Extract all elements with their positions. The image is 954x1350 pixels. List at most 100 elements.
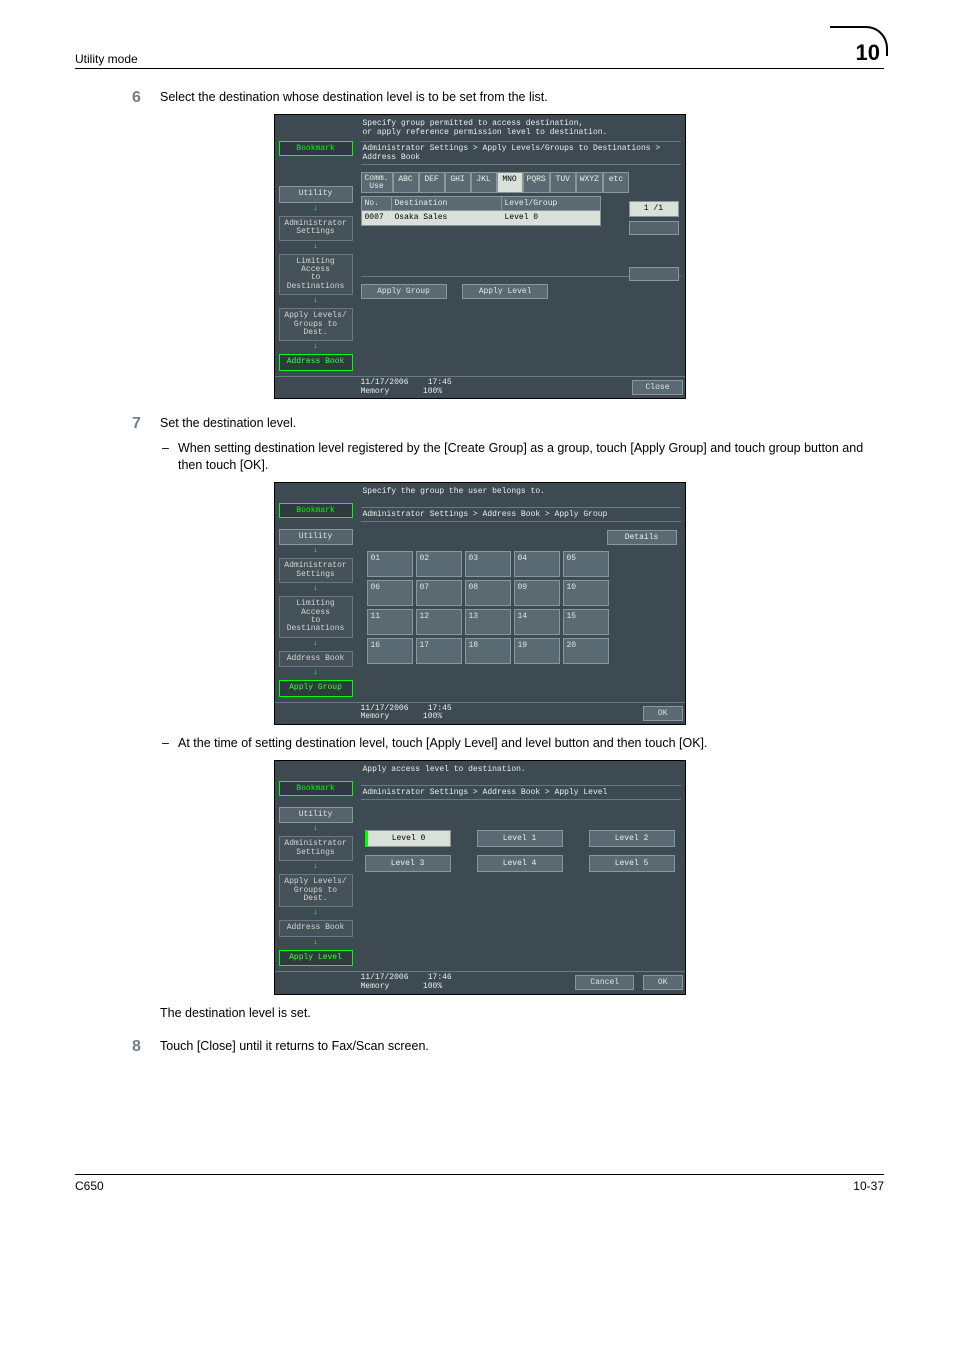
step-text: Touch [Close] until it returns to Fax/Sc… — [160, 1039, 429, 1053]
chapter-corner: 10 — [852, 40, 884, 66]
level-1-button[interactable]: Level 1 — [477, 830, 563, 847]
tab-pqrs[interactable]: PQRS — [523, 172, 550, 192]
tab-jkl[interactable]: JKL — [471, 172, 497, 192]
tab-commuse[interactable]: Comm. Use — [361, 172, 393, 192]
group-cell[interactable]: 15 — [563, 609, 609, 635]
side-limiting-access[interactable]: Limiting Access to Destinations — [279, 596, 353, 638]
side-address-book[interactable]: Address Book — [279, 651, 353, 667]
group-cell[interactable]: 20 — [563, 638, 609, 664]
level-5-button[interactable]: Level 5 — [589, 855, 675, 872]
page-indicator: 1 /1 — [629, 201, 679, 217]
tab-tuv[interactable]: TUV — [550, 172, 576, 192]
group-cell[interactable]: 19 — [514, 638, 560, 664]
lcd-panel-apply-group: Bookmark Specify the group the user belo… — [274, 482, 686, 725]
group-cell[interactable]: 05 — [563, 551, 609, 577]
status-bar: 11/17/2006 17:45 Memory 100% OK — [275, 702, 685, 725]
group-cell[interactable]: 18 — [465, 638, 511, 664]
ok-button[interactable]: OK — [643, 706, 683, 721]
apply-level-button[interactable]: Apply Level — [462, 284, 548, 299]
level-2-button[interactable]: Level 2 — [589, 830, 675, 847]
side-admin-settings[interactable]: Administrator Settings — [279, 216, 353, 241]
close-button[interactable]: Close — [632, 380, 682, 395]
level-4-button[interactable]: Level 4 — [477, 855, 563, 872]
group-cell[interactable]: 04 — [514, 551, 560, 577]
arrow-down-icon: ↓ — [277, 547, 355, 555]
side-limiting-access[interactable]: Limiting Access to Destinations — [279, 254, 353, 296]
lcd-panel-apply-level: Bookmark Apply access level to destinati… — [274, 760, 686, 995]
arrow-down-icon: ↓ — [277, 669, 355, 677]
bookmark-button[interactable]: Bookmark — [279, 141, 353, 156]
group-cell[interactable]: 03 — [465, 551, 511, 577]
tab-abc[interactable]: ABC — [393, 172, 419, 192]
breadcrumb: Administrator Settings > Address Book > … — [361, 507, 681, 522]
group-cell[interactable]: 17 — [416, 638, 462, 664]
side-apply-levels[interactable]: Apply Levels/ Groups to Dest. — [279, 308, 353, 341]
group-cell[interactable]: 10 — [563, 580, 609, 606]
group-cell[interactable]: 16 — [367, 638, 413, 664]
scroll-up-button[interactable] — [629, 221, 679, 235]
group-cell[interactable]: 09 — [514, 580, 560, 606]
status-bar: 11/17/2006 17:45 Memory 100% Close — [275, 376, 685, 399]
page-header: Utility mode 10 — [75, 40, 884, 69]
status-bar: 11/17/2006 17:46 Memory 100% Cancel OK — [275, 971, 685, 994]
step-sub: When setting destination level registere… — [178, 440, 884, 474]
side-apply-group[interactable]: Apply Group — [279, 680, 353, 696]
side-apply-levels[interactable]: Apply Levels/ Groups to Dest. — [279, 874, 353, 907]
step-text: Set the destination level. — [160, 416, 296, 430]
step-text: Select the destination whose destination… — [160, 90, 548, 104]
group-cell[interactable]: 11 — [367, 609, 413, 635]
side-utility[interactable]: Utility — [279, 186, 353, 202]
table-row[interactable]: 0007 Osaka Sales Level 0 — [362, 211, 600, 225]
step-text: The destination level is set. — [160, 1006, 311, 1020]
bookmark-button[interactable]: Bookmark — [279, 781, 353, 796]
group-cell[interactable]: 01 — [367, 551, 413, 577]
lcd-message: Specify the group the user belongs to. — [361, 485, 681, 505]
tab-mno[interactable]: MNO — [497, 172, 523, 192]
alpha-tabs: Comm. Use ABC DEF GHI JKL MNO PQRS TUV W… — [361, 172, 681, 192]
details-button[interactable]: Details — [607, 530, 677, 545]
level-0-button[interactable]: Level 0 — [365, 830, 451, 847]
side-address-book[interactable]: Address Book — [279, 920, 353, 936]
ok-button[interactable]: OK — [643, 975, 683, 990]
step-number: 7 — [132, 413, 141, 435]
scroll-down-button[interactable] — [629, 267, 679, 281]
level-3-button[interactable]: Level 3 — [365, 855, 451, 872]
side-admin-settings[interactable]: Administrator Settings — [279, 836, 353, 861]
step-sub: At the time of setting destination level… — [178, 735, 884, 752]
tab-ghi[interactable]: GHI — [445, 172, 471, 192]
page-footer: C650 10-37 — [75, 1174, 884, 1193]
bookmark-button[interactable]: Bookmark — [279, 503, 353, 518]
side-utility[interactable]: Utility — [279, 529, 353, 545]
group-cell[interactable]: 06 — [367, 580, 413, 606]
breadcrumb: Administrator Settings > Apply Levels/Gr… — [361, 141, 681, 165]
group-cell[interactable]: 02 — [416, 551, 462, 577]
group-cell[interactable]: 13 — [465, 609, 511, 635]
tab-wxyz[interactable]: WXYZ — [576, 172, 603, 192]
step-7-sub2: At the time of setting destination level… — [160, 735, 884, 752]
group-cell[interactable]: 14 — [514, 609, 560, 635]
col-dest: Destination — [392, 197, 502, 210]
arrow-down-icon: ↓ — [277, 863, 355, 871]
side-utility[interactable]: Utility — [279, 807, 353, 823]
side-apply-level[interactable]: Apply Level — [279, 950, 353, 966]
group-cell[interactable]: 08 — [465, 580, 511, 606]
chapter-number: 10 — [852, 40, 884, 65]
side-address-book[interactable]: Address Book — [279, 354, 353, 370]
apply-group-button[interactable]: Apply Group — [361, 284, 447, 299]
breadcrumb: Administrator Settings > Address Book > … — [361, 785, 681, 800]
destination-table: No. Destination Level/Group 0007 Osaka S… — [361, 196, 601, 226]
step-7-tail: The destination level is set. — [160, 1005, 884, 1022]
arrow-down-icon: ↓ — [277, 640, 355, 648]
step-7: 7 Set the destination level. When settin… — [160, 415, 884, 474]
tab-def[interactable]: DEF — [419, 172, 445, 192]
group-cell[interactable]: 07 — [416, 580, 462, 606]
step-number: 8 — [132, 1036, 141, 1058]
tab-etc[interactable]: etc — [603, 172, 629, 192]
cancel-button[interactable]: Cancel — [575, 975, 634, 990]
col-level: Level/Group — [502, 197, 600, 210]
arrow-down-icon: ↓ — [277, 205, 355, 213]
group-cell[interactable]: 12 — [416, 609, 462, 635]
side-admin-settings[interactable]: Administrator Settings — [279, 558, 353, 583]
group-grid: 01 02 03 04 05 06 07 08 09 10 11 12 13 1… — [367, 551, 675, 664]
level-row: Level 3 Level 4 Level 5 — [365, 855, 677, 872]
